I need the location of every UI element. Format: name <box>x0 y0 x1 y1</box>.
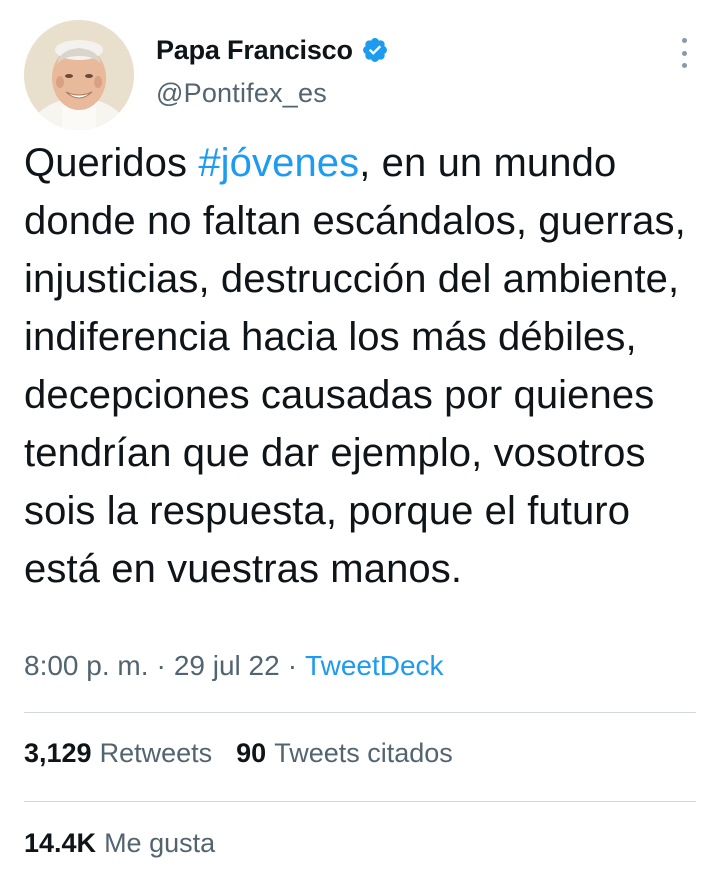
quote-tweets-count: 90 <box>236 738 267 768</box>
more-dot <box>681 38 687 43</box>
divider <box>24 801 696 802</box>
tweet-meta: 8:00 p. m. · 29 jul 22 · TweetDeck <box>24 650 444 682</box>
quote-tweets-stat[interactable]: 90 Tweets citados <box>236 738 453 769</box>
tweet-text-suffix: , en un mundo donde no faltan escándalos… <box>24 141 686 591</box>
avatar[interactable] <box>24 20 134 130</box>
likes-label: Me gusta <box>104 828 216 858</box>
retweets-label: Retweets <box>99 738 213 768</box>
author-name-row: Papa Francisco <box>156 30 389 70</box>
divider <box>24 712 696 713</box>
tweet-source-link[interactable]: TweetDeck <box>305 650 444 682</box>
author-info: Papa Francisco @Pontifex_es <box>156 30 389 109</box>
pope-portrait-avatar-icon <box>24 20 134 130</box>
more-dot <box>681 63 687 68</box>
likes-stat[interactable]: 14.4K Me gusta <box>24 828 215 859</box>
tweet-date[interactable]: 29 jul 22 <box>174 650 280 682</box>
engagement-stats-row: 3,129 Retweets 90 Tweets citados <box>24 738 477 769</box>
hashtag-link[interactable]: #jóvenes <box>198 141 359 185</box>
likes-stats-row: 14.4K Me gusta <box>24 828 239 859</box>
tweet-card: Papa Francisco @Pontifex_es Queridos #jó… <box>0 0 720 882</box>
tweet-text-prefix: Queridos <box>24 141 199 185</box>
tweet-time[interactable]: 8:00 p. m. <box>24 650 149 682</box>
more-options-icon[interactable] <box>674 38 694 68</box>
meta-separator: · <box>156 650 166 681</box>
author-display-name[interactable]: Papa Francisco <box>156 35 353 66</box>
likes-count: 14.4K <box>24 828 97 858</box>
author-handle[interactable]: @Pontifex_es <box>156 78 389 109</box>
retweets-count: 3,129 <box>24 738 92 768</box>
more-dot <box>681 50 687 56</box>
retweets-stat[interactable]: 3,129 Retweets <box>24 738 212 769</box>
quote-tweets-label: Tweets citados <box>274 738 453 768</box>
meta-separator: · <box>287 650 298 681</box>
tweet-text: Queridos #jóvenes, en un mundo donde no … <box>24 134 704 598</box>
verified-badge-icon <box>361 36 389 64</box>
